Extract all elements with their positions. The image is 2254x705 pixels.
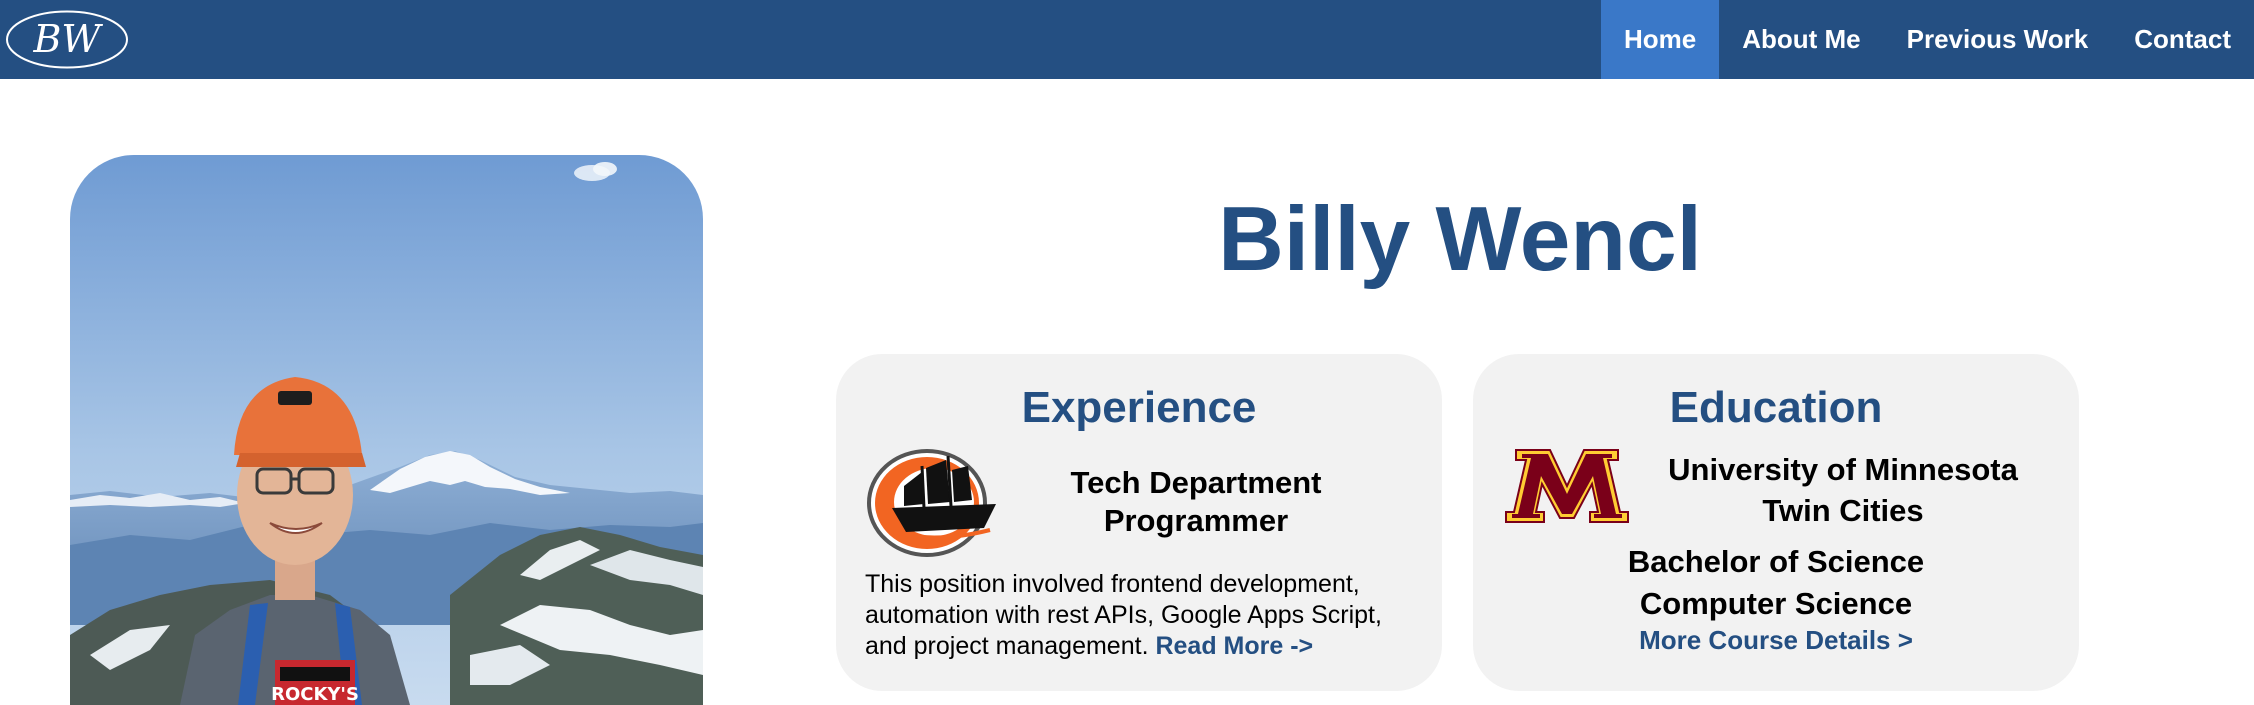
course-details-link[interactable]: More Course Details > bbox=[1473, 624, 2079, 656]
nav-home[interactable]: Home bbox=[1600, 0, 1720, 79]
profile-photo-image: ROCKY'S bbox=[70, 155, 703, 705]
university-line-1: University of Minnesota bbox=[1668, 452, 2018, 487]
degree-line-1: Bachelor of Science bbox=[1627, 544, 1925, 579]
education-card: Education University of Minnesota Twin C… bbox=[1473, 354, 2079, 691]
nav-previous-work[interactable]: Previous Work bbox=[1884, 0, 2112, 79]
navbar: BW Home About Me Previous Work Contact bbox=[0, 0, 2254, 79]
job-title-line-1: Tech Department bbox=[1070, 465, 1322, 500]
degree: Bachelor of Science Computer Science bbox=[1473, 541, 2079, 625]
bw-logo-icon[interactable]: BW bbox=[5, 9, 129, 70]
degree-line-2: Computer Science bbox=[1639, 586, 1913, 621]
pirate-ship-logo-icon bbox=[867, 449, 996, 557]
experience-card: Experience Tech Department Programmer Th… bbox=[836, 354, 1442, 691]
hero-name: Billy Wencl bbox=[1218, 189, 1702, 290]
experience-title: Experience bbox=[1021, 383, 1257, 432]
svg-text:ROCKY'S: ROCKY'S bbox=[271, 684, 359, 705]
job-title-line-2: Programmer bbox=[1103, 503, 1289, 538]
job-title: Tech Department Programmer bbox=[1036, 464, 1356, 540]
experience-description: This position involved frontend developm… bbox=[865, 569, 1425, 662]
university-name: University of Minnesota Twin Cities bbox=[1633, 449, 2053, 531]
logo-text: BW bbox=[33, 17, 104, 61]
education-title: Education bbox=[1669, 383, 1883, 432]
university-line-2: Twin Cities bbox=[1762, 493, 1924, 528]
main-nav: Home About Me Previous Work Contact bbox=[1600, 0, 2254, 79]
nav-contact[interactable]: Contact bbox=[2111, 0, 2254, 79]
university-m-logo-icon bbox=[1505, 449, 1629, 523]
read-more-link[interactable]: Read More -> bbox=[1155, 632, 1313, 660]
nav-about-me[interactable]: About Me bbox=[1719, 0, 1883, 79]
profile-photo: ROCKY'S bbox=[70, 155, 703, 705]
